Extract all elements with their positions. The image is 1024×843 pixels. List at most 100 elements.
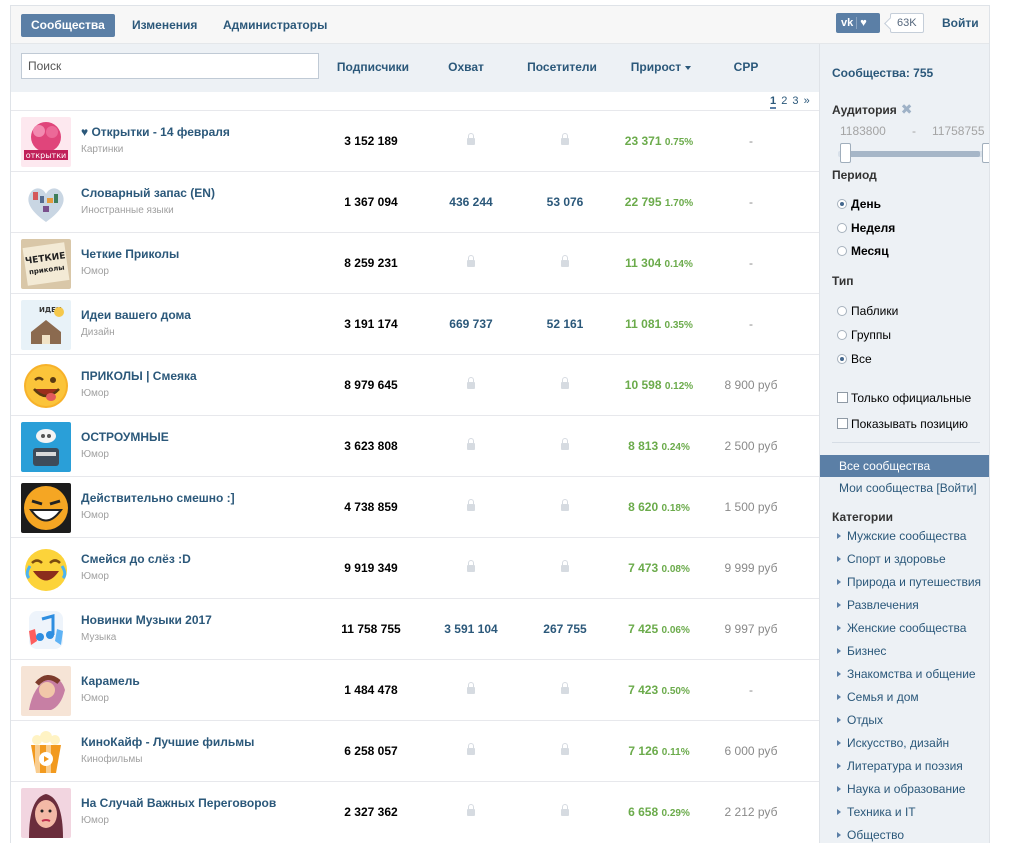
- column-cpp[interactable]: CPP: [716, 60, 776, 74]
- community-name[interactable]: Смейся до слёз :D: [81, 552, 191, 566]
- lock-icon: [467, 438, 475, 450]
- reach-value: 3 591 104: [444, 622, 498, 636]
- page-3[interactable]: 3: [792, 95, 798, 107]
- tab-admins[interactable]: Администраторы: [223, 14, 327, 37]
- triangle-right-icon: [837, 579, 841, 585]
- growth-percent: 0.06%: [661, 625, 690, 636]
- avatar[interactable]: открытки: [21, 117, 71, 167]
- triangle-right-icon: [837, 602, 841, 608]
- avatar[interactable]: ЧЕТКИЕ приколы: [21, 239, 71, 289]
- slider-handle-min[interactable]: [840, 143, 851, 163]
- lock-icon: [467, 133, 475, 145]
- radio-day[interactable]: День: [837, 197, 881, 211]
- category-item[interactable]: Бизнес: [837, 644, 886, 658]
- tab-communities[interactable]: Сообщества: [21, 14, 115, 37]
- radio-icon: [837, 246, 847, 256]
- top-bar: Сообщества Изменения Администраторы vk ♥ …: [11, 6, 989, 44]
- category-item[interactable]: Семья и дом: [837, 690, 919, 704]
- growth-percent: 0.14%: [664, 259, 693, 270]
- radio-icon: [837, 306, 847, 316]
- triangle-right-icon: [837, 648, 841, 654]
- tab-changes[interactable]: Изменения: [132, 14, 197, 37]
- triangle-right-icon: [837, 671, 841, 677]
- avatar[interactable]: [21, 605, 71, 655]
- category-item[interactable]: Знакомства и общение: [837, 667, 976, 681]
- category-item[interactable]: Литература и поэзия: [837, 759, 963, 773]
- community-name[interactable]: КиноКайф - Лучшие фильмы: [81, 735, 254, 749]
- category-item[interactable]: Развлечения: [837, 598, 919, 612]
- avatar[interactable]: [21, 178, 71, 228]
- category-label: Мужские сообщества: [847, 529, 967, 543]
- subscribers-value: 3 623 808: [344, 439, 398, 453]
- clear-x-icon[interactable]: ✖: [901, 101, 913, 118]
- avatar[interactable]: [21, 666, 71, 716]
- community-name[interactable]: Карамель: [81, 674, 140, 688]
- community-name[interactable]: Действительно смешно :]: [81, 491, 235, 505]
- radio-month[interactable]: Месяц: [837, 244, 889, 258]
- category-label: Женские сообщества: [847, 621, 967, 635]
- community-name[interactable]: ОСТРОУМНЫЕ: [81, 430, 169, 444]
- page-2[interactable]: 2: [781, 95, 787, 107]
- community-name[interactable]: На Случай Важных Переговоров: [81, 796, 276, 810]
- column-reach[interactable]: Охват: [431, 60, 501, 74]
- page-next[interactable]: »: [804, 95, 810, 107]
- checkbox-show-position[interactable]: Показывать позицию: [837, 417, 968, 431]
- subscribers-value: 6 258 057: [344, 744, 398, 758]
- radio-week[interactable]: Неделя: [837, 221, 895, 235]
- category-item[interactable]: Женские сообщества: [837, 621, 966, 635]
- vk-like-button[interactable]: vk ♥: [836, 13, 880, 33]
- growth-number: 7 126: [628, 744, 659, 758]
- community-name[interactable]: Словарный запас (EN): [81, 186, 215, 200]
- login-link[interactable]: Войти: [942, 16, 979, 30]
- community-name[interactable]: Новинки Музыки 2017: [81, 613, 212, 627]
- category-item[interactable]: Наука и образование: [837, 782, 965, 796]
- subscribers-value: 4 738 859: [344, 500, 398, 514]
- menu-my-communities[interactable]: Мои сообщества [Войти]: [839, 481, 977, 495]
- category-item[interactable]: Техника и IT: [837, 805, 916, 819]
- menu-all-communities[interactable]: Все сообщества: [820, 455, 989, 477]
- category-label: Литература и поэзия: [847, 759, 963, 773]
- radio-publics-label: Паблики: [851, 304, 899, 318]
- growth-percent: 0.75%: [664, 137, 694, 148]
- community-name[interactable]: ПРИКОЛЫ | Смеяка: [81, 369, 197, 383]
- cpp-value: -: [749, 256, 753, 270]
- community-name[interactable]: Идеи вашего дома: [81, 308, 191, 322]
- radio-week-label: Неделя: [851, 221, 896, 235]
- slider-handle-max[interactable]: [982, 143, 989, 163]
- column-visitors[interactable]: Посетители: [517, 60, 607, 74]
- category-item[interactable]: Искусство, дизайн: [837, 736, 949, 750]
- radio-all[interactable]: Все: [837, 352, 872, 366]
- growth-number: 8 813: [628, 439, 659, 453]
- avatar[interactable]: ИДЕИ: [21, 300, 71, 350]
- category-item[interactable]: Отдых: [837, 713, 883, 727]
- community-category: Кинофильмы: [81, 754, 143, 765]
- cpp-value: -: [749, 134, 753, 148]
- category-item[interactable]: Мужские сообщества: [837, 529, 966, 543]
- table-row: Действительно смешно :] Юмор 4 738 859 8…: [11, 476, 819, 537]
- category-item[interactable]: Спорт и здоровье: [837, 552, 946, 566]
- search-input[interactable]: [21, 53, 319, 79]
- period-label: Период: [832, 168, 877, 182]
- column-growth[interactable]: Прирост: [616, 60, 706, 74]
- growth-number: 8 620: [628, 500, 659, 514]
- community-name[interactable]: Четкие Приколы: [81, 247, 179, 261]
- avatar[interactable]: [21, 727, 71, 777]
- avatar[interactable]: [21, 544, 71, 594]
- page-1[interactable]: 1: [770, 95, 777, 109]
- radio-groups[interactable]: Группы: [837, 328, 891, 342]
- category-item[interactable]: Природа и путешествия: [837, 575, 981, 589]
- avatar[interactable]: [21, 361, 71, 411]
- column-subscribers[interactable]: Подписчики: [333, 60, 413, 74]
- checkbox-only-official[interactable]: Только официальные: [837, 391, 971, 405]
- subscribers-value: 1 484 478: [344, 683, 398, 697]
- avatar[interactable]: [21, 422, 71, 472]
- category-item[interactable]: Общество: [837, 828, 904, 842]
- lock-icon: [561, 682, 569, 694]
- growth-value: 23 371 0.75%: [611, 134, 707, 148]
- community-category: Музыка: [81, 632, 117, 643]
- radio-publics[interactable]: Паблики: [837, 304, 898, 318]
- cpp-value: 1 500 руб: [724, 500, 778, 514]
- avatar[interactable]: [21, 483, 71, 533]
- community-name[interactable]: ♥ Открытки - 14 февраля: [81, 125, 230, 139]
- avatar[interactable]: [21, 788, 71, 838]
